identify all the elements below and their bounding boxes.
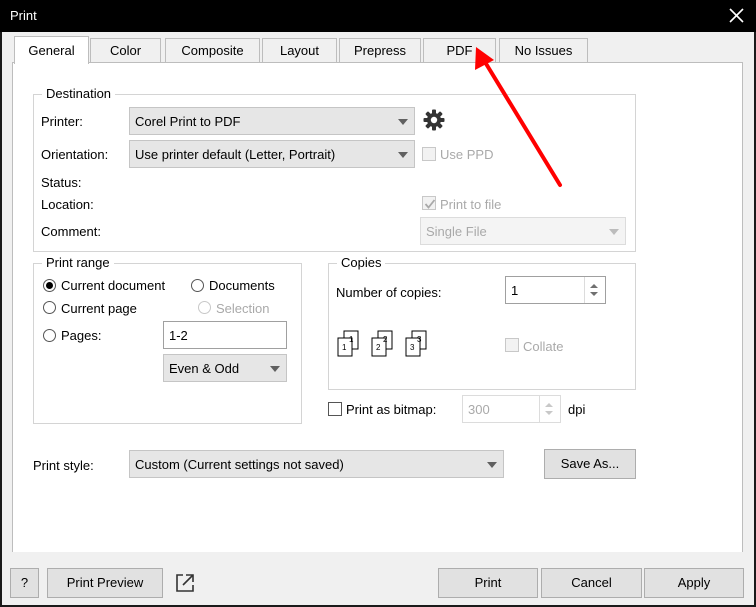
red-arrow-annotation bbox=[475, 47, 562, 187]
tab-general[interactable]: General bbox=[14, 36, 89, 64]
